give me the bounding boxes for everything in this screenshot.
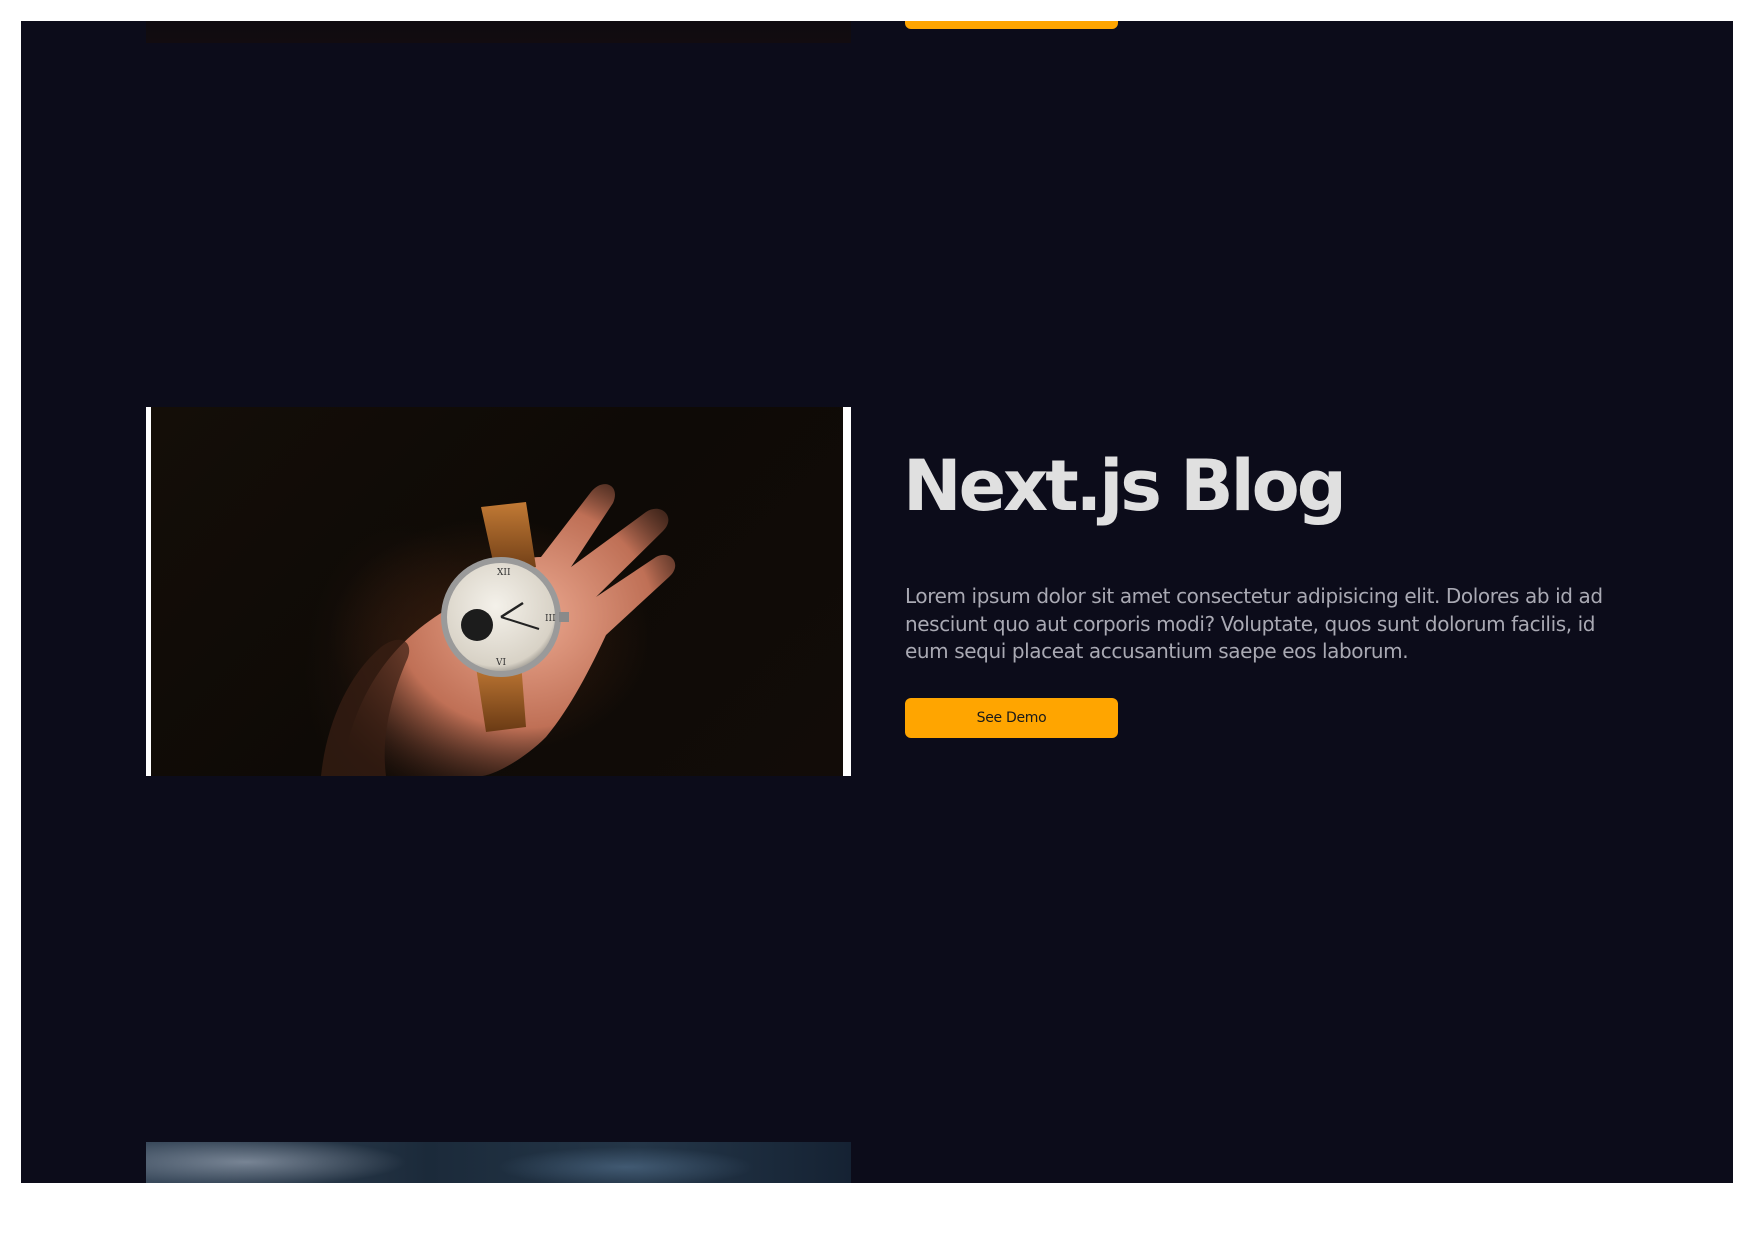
project-description: Lorem ipsum dolor sit amet consectetur a… [905, 584, 1603, 663]
project-title: Next.js Blog [903, 445, 1347, 527]
svg-text:XII: XII [497, 568, 511, 578]
svg-text:III: III [545, 614, 556, 624]
next-project-image [146, 1142, 851, 1183]
svg-text:VI: VI [495, 658, 506, 668]
see-demo-button[interactable]: See Demo [905, 698, 1118, 738]
page-viewport: XII III VI Next.js Blog Lorem ipsum dolo… [21, 21, 1733, 1183]
project-image-watch: XII III VI [146, 407, 851, 776]
previous-see-demo-button[interactable] [905, 21, 1118, 29]
previous-project-image [146, 21, 851, 43]
watch-photo: XII III VI [151, 407, 843, 776]
